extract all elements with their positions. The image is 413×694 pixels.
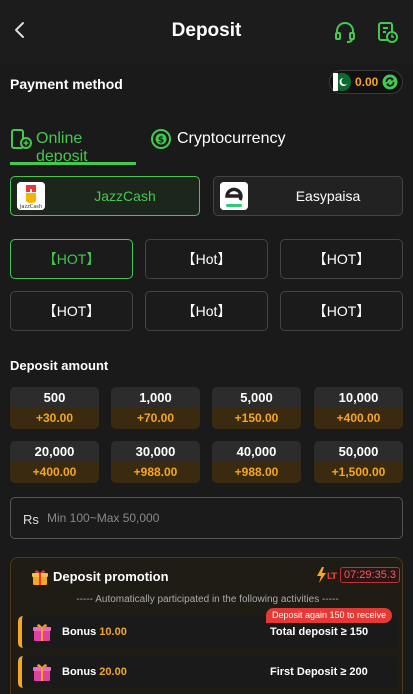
amount-value: 500 bbox=[10, 387, 99, 408]
channel-option[interactable]: 【Hot】 bbox=[145, 291, 268, 331]
activity-bonus-value: 10.00 bbox=[99, 626, 127, 638]
method-easypaisa[interactable]: Easypaisa bbox=[213, 176, 403, 216]
tab-crypto-label: Cryptocurrency bbox=[177, 130, 286, 147]
amount-option[interactable]: 50,000 +1,500.00 bbox=[314, 441, 403, 483]
deposit-amount-title: Deposit amount bbox=[10, 358, 109, 373]
deposit-promotion-panel: Deposit promotion LT 07:29:35.3 ----- Au… bbox=[10, 557, 403, 694]
headset-icon[interactable] bbox=[333, 20, 357, 44]
amount-option[interactable]: 30,000 +988.00 bbox=[111, 441, 200, 483]
promotion-activity: Bonus 10.00 Total deposit ≥ 150 Deposit … bbox=[18, 608, 398, 648]
activity-bonus-label: Bonus bbox=[62, 666, 97, 678]
amount-bonus: +1,500.00 bbox=[314, 462, 403, 483]
deposit-again-tag: Deposit again 150 to receive bbox=[266, 608, 393, 623]
deposit-tabs: Online deposit $ Cryptocurrency bbox=[10, 120, 403, 165]
activity-bonus-label: Bonus bbox=[62, 626, 97, 638]
channel-option[interactable]: 【Hot】 bbox=[145, 239, 268, 279]
gift-icon bbox=[33, 664, 51, 681]
gift-icon bbox=[32, 570, 48, 585]
amount-bonus: +988.00 bbox=[111, 462, 200, 483]
phone-deposit-icon bbox=[11, 129, 32, 149]
amount-bonus: +988.00 bbox=[212, 462, 301, 483]
method-jazzcash[interactable]: JazzCash JazzCash bbox=[10, 176, 200, 216]
balance-pill: 0.00 bbox=[329, 70, 403, 94]
amount-value: 20,000 bbox=[10, 441, 99, 462]
activity-label: Bonus 20.00 bbox=[62, 666, 127, 678]
payment-method-row: Payment method 0.00 bbox=[10, 70, 403, 94]
history-icon[interactable] bbox=[375, 20, 399, 44]
amount-bonus: +30.00 bbox=[10, 408, 99, 429]
amount-value: 10,000 bbox=[314, 387, 403, 408]
jazzcash-logo: JazzCash bbox=[17, 182, 45, 210]
channel-option[interactable]: 【HOT】 bbox=[10, 291, 133, 331]
amount-option[interactable]: 1,000 +70.00 bbox=[111, 387, 200, 429]
lt-label: LT bbox=[327, 572, 338, 582]
channel-option[interactable]: 【HOT】 bbox=[10, 239, 133, 279]
tab-cryptocurrency[interactable]: $ Cryptocurrency bbox=[150, 126, 300, 156]
tab-online-label: Online deposit bbox=[36, 130, 88, 165]
amount-option[interactable]: 5,000 +150.00 bbox=[212, 387, 301, 429]
pakistan-flag-icon bbox=[333, 73, 351, 91]
svg-text:$: $ bbox=[158, 136, 164, 146]
amount-input-box: Rs bbox=[10, 497, 403, 539]
activity-label: Bonus 10.00 bbox=[62, 626, 127, 638]
method-easypaisa-label: Easypaisa bbox=[295, 188, 361, 204]
tab-online-deposit[interactable]: Online deposit bbox=[10, 126, 136, 165]
lightning-icon: LT bbox=[317, 567, 338, 583]
amount-option[interactable]: 20,000 +400.00 bbox=[10, 441, 99, 483]
activity-condition: Total deposit ≥ 150 bbox=[270, 626, 369, 638]
channel-option[interactable]: 【HOT】 bbox=[280, 291, 403, 331]
activity-condition: First Deposit ≥ 200 bbox=[270, 666, 368, 678]
gift-icon bbox=[33, 624, 51, 641]
amount-input[interactable] bbox=[47, 506, 387, 530]
refresh-icon[interactable] bbox=[382, 74, 398, 90]
crypto-coin-icon: $ bbox=[151, 129, 171, 149]
promotion-activity: Bonus 20.00 First Deposit ≥ 200 bbox=[18, 656, 398, 688]
amount-option[interactable]: 500 +30.00 bbox=[10, 387, 99, 429]
channel-option[interactable]: 【HOT】 bbox=[280, 239, 403, 279]
activity-bonus-value: 20.00 bbox=[99, 666, 127, 678]
amount-bonus: +400.00 bbox=[314, 408, 403, 429]
svg-text:JazzCash: JazzCash bbox=[19, 204, 42, 210]
amount-value: 1,000 bbox=[111, 387, 200, 408]
easypaisa-logo bbox=[220, 182, 248, 210]
active-tab-indicator bbox=[10, 162, 136, 165]
payment-method-title: Payment method bbox=[10, 76, 123, 92]
amount-value: 30,000 bbox=[111, 441, 200, 462]
amount-value: 5,000 bbox=[212, 387, 301, 408]
amount-bonus: +70.00 bbox=[111, 408, 200, 429]
method-jazzcash-label: JazzCash bbox=[94, 188, 156, 204]
amount-value: 40,000 bbox=[212, 441, 301, 462]
promotion-title: Deposit promotion bbox=[53, 569, 169, 584]
amount-bonus: +400.00 bbox=[10, 462, 99, 483]
amount-option[interactable]: 10,000 +400.00 bbox=[314, 387, 403, 429]
amount-option[interactable]: 40,000 +988.00 bbox=[212, 441, 301, 483]
header: Deposit bbox=[0, 0, 413, 64]
currency-label: Rs bbox=[23, 512, 39, 527]
promotion-subtitle: ----- Automatically participated in the … bbox=[76, 594, 339, 605]
balance-value: 0.00 bbox=[355, 75, 379, 89]
promotion-timer: 07:29:35.3 bbox=[340, 567, 400, 583]
amount-value: 50,000 bbox=[314, 441, 403, 462]
amount-bonus: +150.00 bbox=[212, 408, 301, 429]
